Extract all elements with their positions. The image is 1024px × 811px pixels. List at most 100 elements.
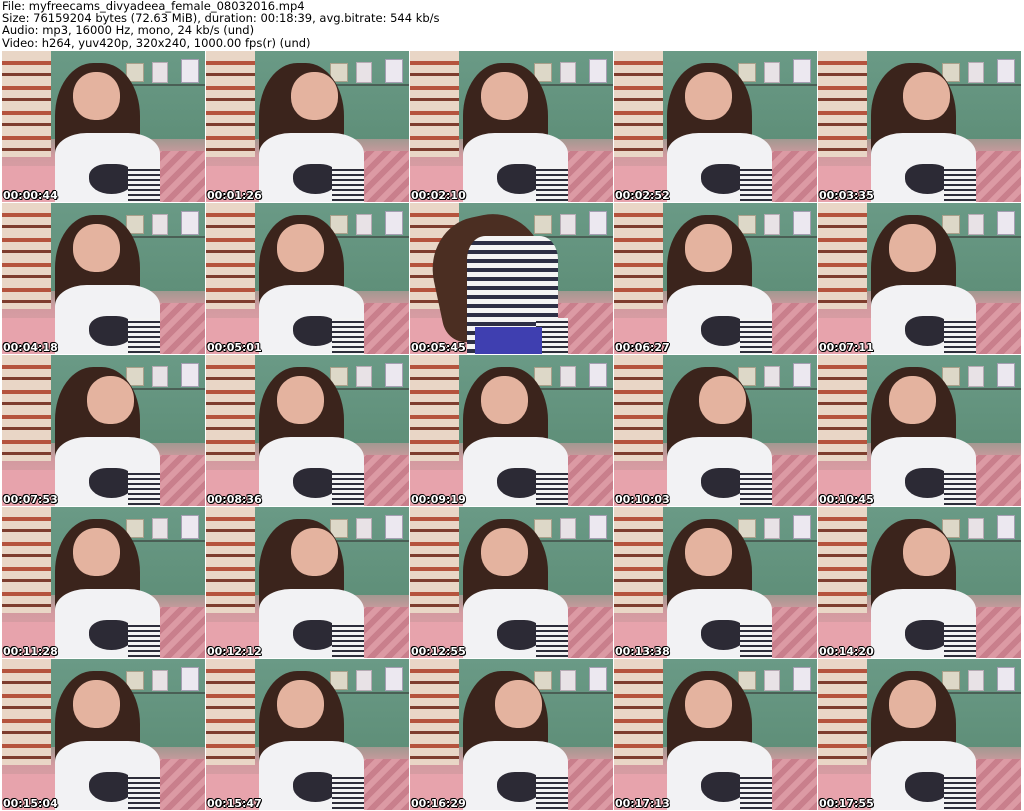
scene-face (481, 72, 528, 121)
scene-jeans (474, 326, 542, 354)
scene-face (699, 376, 746, 425)
scene-frame3 (996, 514, 1015, 540)
scene-face (889, 224, 936, 273)
scene-frame2 (356, 669, 373, 692)
frame-timestamp: 00:15:47 (207, 797, 262, 810)
scene-face (73, 680, 120, 729)
scene-frame3 (996, 210, 1015, 236)
scene-curtain (614, 203, 663, 309)
scene-face (73, 72, 120, 121)
frame-timestamp: 00:01:26 (207, 189, 262, 202)
scene-curtain (614, 659, 663, 765)
scene-frame3 (384, 362, 403, 388)
frame-timestamp: 00:09:19 (411, 493, 466, 506)
scene-curtain (206, 355, 255, 461)
scene-frame2 (560, 517, 577, 540)
scene-frame2 (968, 61, 985, 84)
thumbnail-frame: 00:10:03 (614, 355, 817, 506)
thumbnail-frame: 00:05:45 (410, 203, 613, 354)
frame-timestamp: 00:11:28 (3, 645, 58, 658)
frame-timestamp: 00:05:45 (411, 341, 466, 354)
scene-frame3 (588, 362, 607, 388)
scene-curtain (2, 203, 51, 309)
scene-curtain (206, 203, 255, 309)
scene-face (277, 680, 324, 729)
scene-stripes (535, 621, 569, 658)
scene-stripes (943, 621, 977, 658)
scene-face (481, 376, 528, 425)
scene-curtain (818, 355, 867, 461)
scene-stripes (127, 317, 161, 354)
scene-face (481, 528, 528, 577)
scene-frame2 (356, 213, 373, 236)
scene-frame3 (384, 210, 403, 236)
thumbnail-frame: 00:07:11 (818, 203, 1021, 354)
scene-curtain (410, 507, 459, 613)
scene-stripes (943, 469, 977, 506)
frame-timestamp: 00:03:35 (819, 189, 874, 202)
scene-stripes (535, 469, 569, 506)
frame-timestamp: 00:00:44 (3, 189, 58, 202)
scene-frame2 (560, 669, 577, 692)
thumbnail-frame: 00:11:28 (2, 507, 205, 658)
scene-frame2 (968, 669, 985, 692)
scene-frame3 (384, 666, 403, 692)
scene-frame2 (968, 365, 985, 388)
scene-frame3 (180, 666, 199, 692)
scene-frame2 (356, 365, 373, 388)
scene-stripes (739, 317, 773, 354)
scene-stripes (331, 165, 365, 202)
scene-face (685, 224, 732, 273)
frame-timestamp: 00:07:11 (819, 341, 874, 354)
scene-frame3 (792, 514, 811, 540)
frame-timestamp: 00:17:13 (615, 797, 670, 810)
scene-face (277, 224, 324, 273)
scene-frame3 (792, 362, 811, 388)
frame-timestamp: 00:02:52 (615, 189, 670, 202)
scene-curtain (410, 51, 459, 157)
scene-frame3 (180, 514, 199, 540)
thumbnail-frame: 00:13:38 (614, 507, 817, 658)
thumbnail-frame: 00:17:13 (614, 659, 817, 810)
scene-face (685, 680, 732, 729)
scene-frame2 (152, 61, 169, 84)
scene-face (889, 376, 936, 425)
scene-stripes (331, 621, 365, 658)
thumbnail-frame: 00:17:55 (818, 659, 1021, 810)
scene-curtain (410, 355, 459, 461)
frame-timestamp: 00:06:27 (615, 341, 670, 354)
scene-frame3 (180, 362, 199, 388)
scene-frame2 (152, 517, 169, 540)
scene-frame2 (560, 61, 577, 84)
scene-face (291, 528, 338, 577)
frame-timestamp: 00:07:53 (3, 493, 58, 506)
thumbnail-frame: 00:10:45 (818, 355, 1021, 506)
thumbnail-frame: 00:15:47 (206, 659, 409, 810)
scene-face (87, 376, 134, 425)
thumbnail-frame: 00:02:10 (410, 51, 613, 202)
thumbnail-frame: 00:08:36 (206, 355, 409, 506)
scene-stripes (535, 165, 569, 202)
scene-frame2 (764, 517, 781, 540)
scene-frame3 (588, 210, 607, 236)
frame-timestamp: 00:02:10 (411, 189, 466, 202)
scene-curtain (818, 51, 867, 157)
scene-curtain (614, 355, 663, 461)
scene-frame3 (792, 58, 811, 84)
frame-timestamp: 00:14:20 (819, 645, 874, 658)
scene-frame2 (356, 61, 373, 84)
thumbnail-frame: 00:15:04 (2, 659, 205, 810)
scene-frame3 (180, 58, 199, 84)
scene-frame2 (968, 517, 985, 540)
frame-timestamp: 00:12:55 (411, 645, 466, 658)
scene-curtain (2, 355, 51, 461)
scene-frame3 (384, 58, 403, 84)
scene-frame2 (764, 365, 781, 388)
scene-face (903, 72, 950, 121)
thumbnail-frame: 00:14:20 (818, 507, 1021, 658)
thumbnail-frame: 00:12:55 (410, 507, 613, 658)
scene-curtain (2, 507, 51, 613)
scene-stripes (739, 621, 773, 658)
thumbnail-frame: 00:02:52 (614, 51, 817, 202)
scene-frame3 (792, 210, 811, 236)
